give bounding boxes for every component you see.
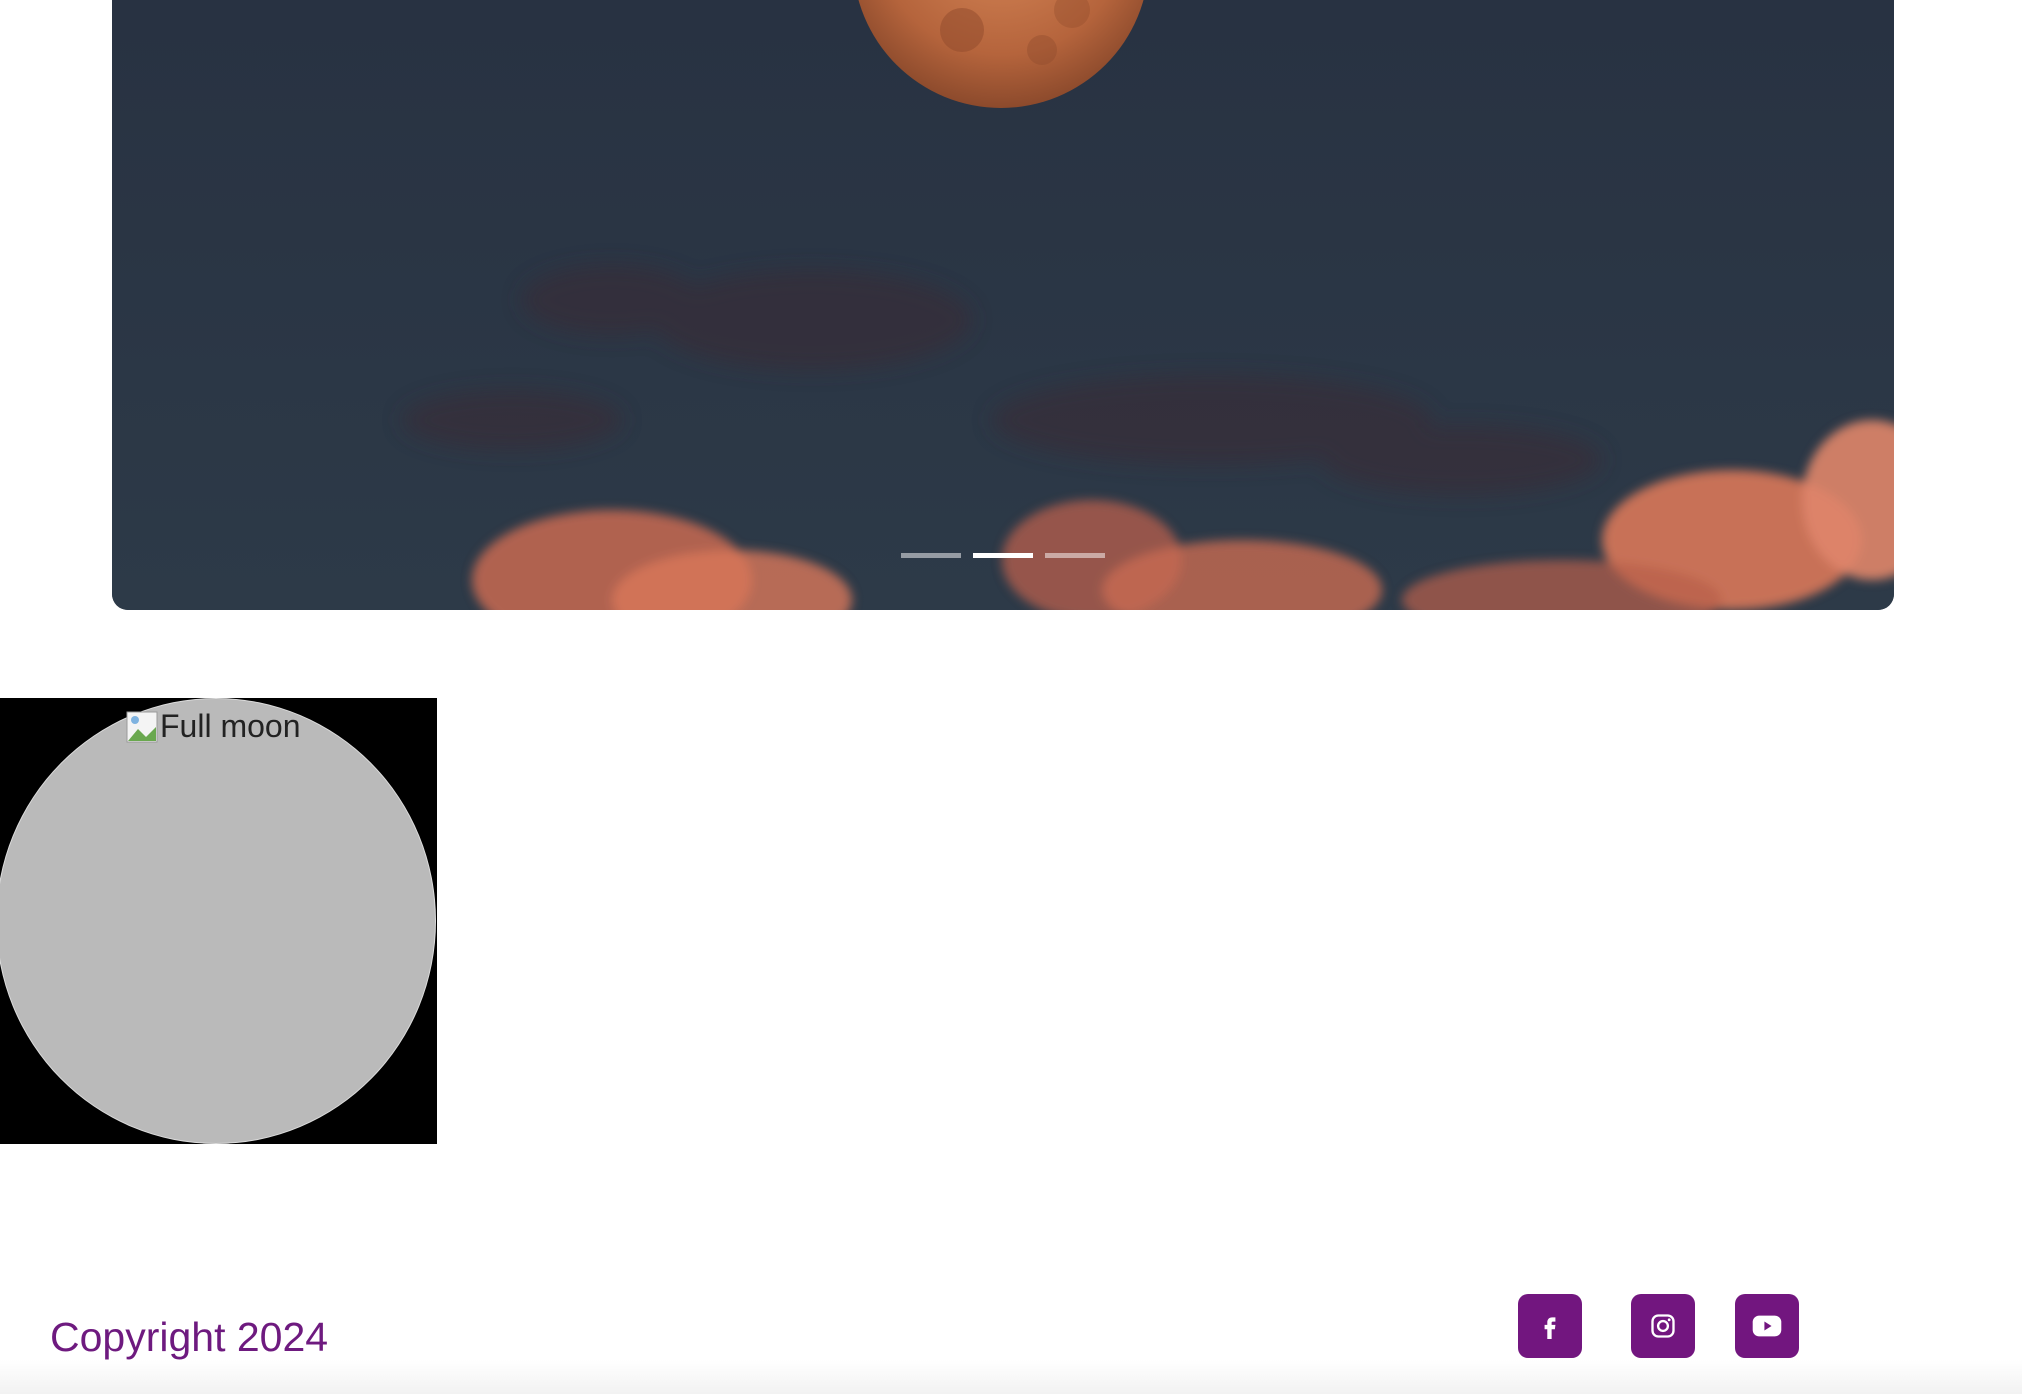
copyright-text: Copyright 2024 (50, 1314, 329, 1360)
carousel-indicators (112, 553, 1894, 558)
broken-image-placeholder: Full moon (126, 708, 301, 745)
carousel-indicator-2[interactable] (973, 553, 1033, 558)
carousel-slide-image (112, 0, 1894, 610)
instagram-link[interactable] (1631, 1294, 1695, 1358)
social-links (1518, 1294, 1799, 1358)
broken-image-icon (126, 711, 158, 743)
youtube-icon (1752, 1315, 1782, 1337)
moon-image-alt-text: Full moon (160, 708, 301, 744)
carousel-indicator-3[interactable] (1045, 553, 1105, 558)
facebook-icon (1544, 1317, 1556, 1339)
page: Full moon Copyright 2024 (0, 0, 2022, 1394)
instagram-icon (1651, 1314, 1675, 1338)
moon-image-frame: Full moon (0, 698, 437, 1144)
moon-image (0, 698, 436, 1144)
hero-carousel[interactable] (112, 0, 1894, 610)
carousel-indicator-1[interactable] (901, 553, 961, 558)
youtube-link[interactable] (1735, 1294, 1799, 1358)
footer: Copyright 2024 (0, 1280, 2022, 1394)
facebook-link[interactable] (1518, 1294, 1582, 1358)
